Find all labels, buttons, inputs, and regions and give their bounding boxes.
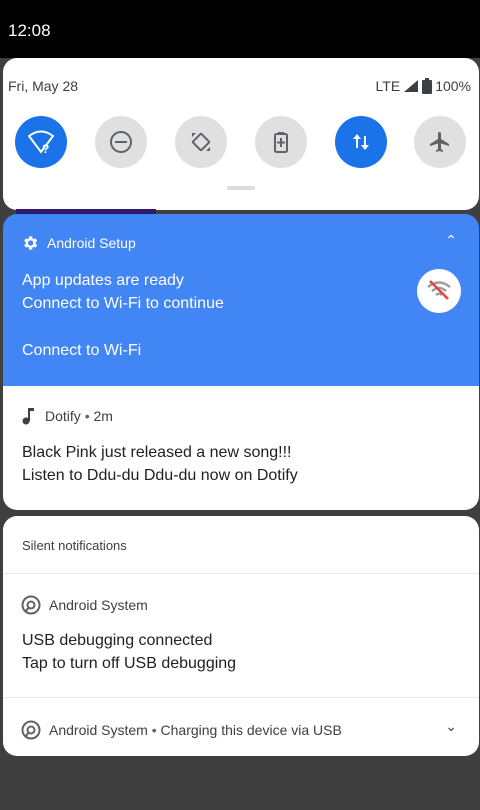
network-label: LTE <box>375 78 401 94</box>
drag-handle[interactable] <box>227 186 255 190</box>
auto-rotate-icon <box>191 132 211 152</box>
battery-saver-icon <box>274 132 288 153</box>
status-indicators: LTE 100% <box>376 78 471 94</box>
separator-dot: • <box>151 722 157 738</box>
app-name: Android System <box>49 597 148 613</box>
notification-text: Connect to Wi-Fi to continue <box>22 295 224 312</box>
android-system-icon <box>21 595 41 615</box>
silent-notifications-group: Silent notifications Android System USB … <box>3 516 479 756</box>
dotify-notification[interactable]: Dotify • 2m Black Pink just released a n… <box>3 386 479 510</box>
setup-notification[interactable]: Android Setup ⌃ App updates are ready Co… <box>3 214 479 386</box>
mobile-data-tile[interactable] <box>335 116 387 168</box>
divider <box>3 573 479 574</box>
notification-time: 2m <box>93 408 113 424</box>
app-name: Android System <box>49 722 148 738</box>
wifi-tile[interactable]: ? <box>15 116 67 168</box>
notification-title: App updates are ready <box>22 272 184 289</box>
clock: 12:08 <box>8 21 51 40</box>
signal-icon <box>404 80 419 92</box>
notification-header: Android Setup <box>21 234 136 252</box>
auto-rotate-tile[interactable] <box>175 116 227 168</box>
battery-icon <box>422 78 433 94</box>
music-note-icon <box>22 408 34 425</box>
gear-icon <box>24 236 38 250</box>
notification-title: USB debugging connected <box>22 632 213 649</box>
wifi-off-badge <box>417 269 461 313</box>
do-not-disturb-icon <box>110 131 132 153</box>
notification-text: Tap to turn off USB debugging <box>22 655 237 672</box>
collapse-chevron-icon[interactable]: ⌃ <box>445 232 457 249</box>
notification-text: Charging this device via USB <box>160 722 342 738</box>
battery-percent: 100% <box>435 78 471 94</box>
airplane-icon <box>430 132 449 152</box>
wifi-off-icon <box>427 280 451 300</box>
app-name: Dotify <box>45 408 81 424</box>
airplane-mode-tile[interactable] <box>414 116 466 168</box>
divider <box>3 697 479 698</box>
connect-wifi-action[interactable]: Connect to Wi-Fi <box>22 342 141 360</box>
notification-header: Android System <box>21 595 148 615</box>
notification-header: Android System • Charging this device vi… <box>21 720 342 740</box>
battery-saver-tile[interactable] <box>255 116 307 168</box>
date-label: Fri, May 28 <box>8 78 79 94</box>
section-title: Silent notifications <box>22 538 127 553</box>
svg-text:?: ? <box>42 142 49 155</box>
quick-settings-panel: Fri, May 28 LTE 100% ? <box>3 58 479 210</box>
notification-header: Dotify • 2m <box>21 407 113 425</box>
notification-title: Black Pink just released a new song!!! <box>22 444 292 461</box>
do-not-disturb-tile[interactable] <box>95 116 147 168</box>
app-name: Android Setup <box>47 235 136 251</box>
expand-chevron-icon[interactable]: ⌄ <box>445 718 457 735</box>
notification-text: Listen to Ddu-du Ddu-du now on Dotify <box>22 467 298 484</box>
wifi-unknown-icon: ? <box>28 130 54 155</box>
status-bar: 12:08 <box>0 0 480 58</box>
separator-dot: • <box>84 408 90 424</box>
data-transfer-icon <box>353 134 369 150</box>
android-system-icon <box>21 720 41 740</box>
